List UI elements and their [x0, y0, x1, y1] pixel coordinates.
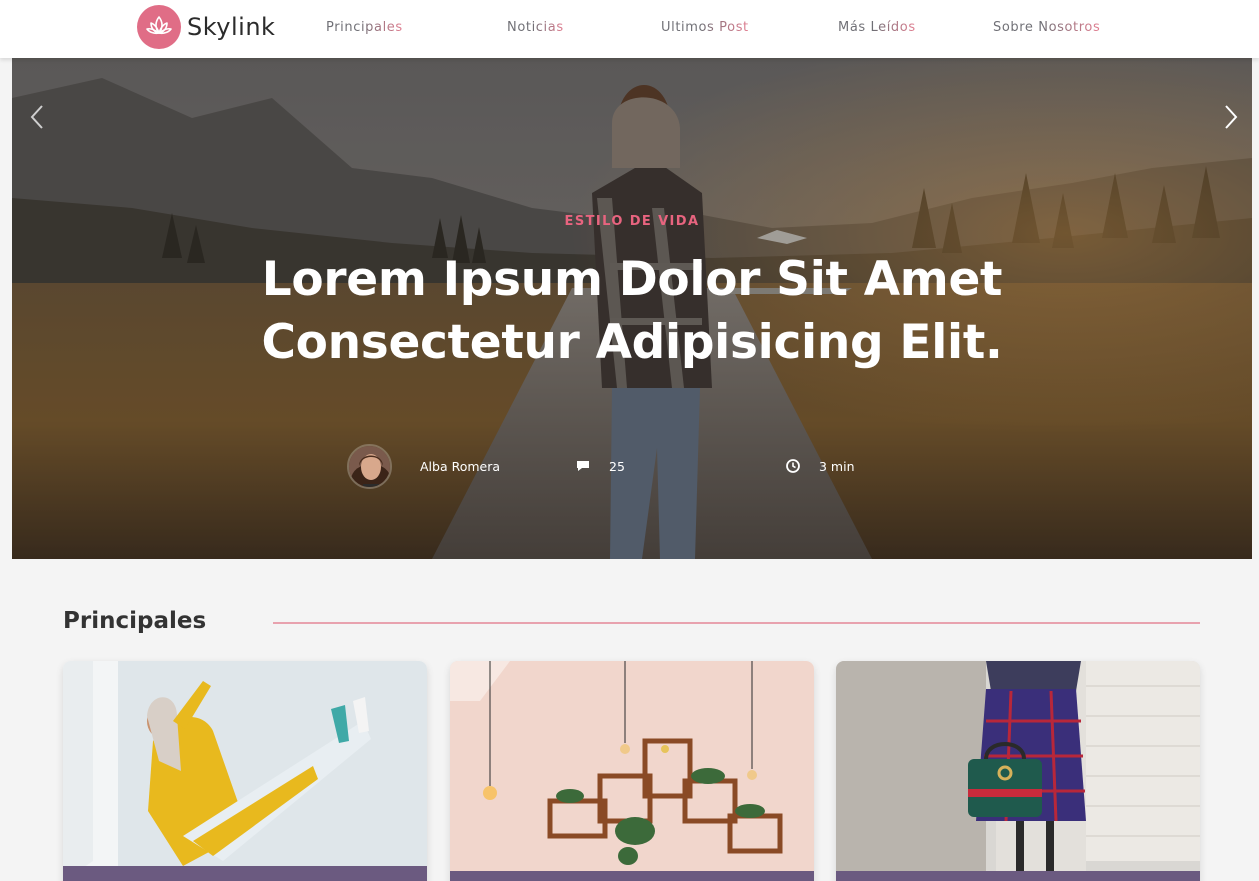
nav-item-principales[interactable]: Principales — [326, 20, 403, 35]
woman-yellow-outfit-image — [63, 661, 427, 881]
wall-shelves-interior-image — [450, 661, 814, 881]
brand-name: Skylink — [187, 13, 276, 41]
comment-icon — [575, 458, 591, 474]
post-card[interactable] — [836, 661, 1200, 881]
hero-title[interactable]: Lorem Ipsum Dolor Sit Amet Consectetur A… — [232, 248, 1032, 374]
nav-item-sobre-nosotros[interactable]: Sobre Nosotros — [993, 20, 1100, 35]
section-title: Principales — [63, 608, 207, 634]
hero-category[interactable]: ESTILO DE VIDA — [12, 214, 1252, 229]
lotus-icon — [137, 5, 181, 49]
top-navbar: Skylink Principales Noticias Últimos Pos… — [0, 0, 1259, 58]
nav-item-noticias[interactable]: Noticias — [507, 20, 564, 35]
street-fashion-handbag-image — [836, 661, 1200, 881]
section-divider — [273, 622, 1200, 624]
nav-item-mas-leidos[interactable]: Más Leídos — [838, 20, 916, 35]
chevron-left-icon[interactable] — [26, 102, 50, 132]
brand-logo[interactable]: Skylink — [137, 5, 275, 49]
author-name[interactable]: Alba Romera — [420, 459, 500, 474]
nav-item-ultimos-post[interactable]: Últimos Post — [661, 20, 749, 35]
hero-meta: Alba Romera 25 3 min — [12, 444, 1252, 490]
comment-count: 25 — [609, 459, 625, 474]
post-card[interactable] — [450, 661, 814, 881]
hero-slider: ESTILO DE VIDA Lorem Ipsum Dolor Sit Ame… — [12, 58, 1252, 559]
post-card[interactable] — [63, 661, 427, 881]
chevron-right-icon[interactable] — [1218, 102, 1242, 132]
clock-icon — [785, 458, 801, 474]
read-time: 3 min — [819, 459, 855, 474]
author-avatar[interactable] — [347, 444, 392, 489]
